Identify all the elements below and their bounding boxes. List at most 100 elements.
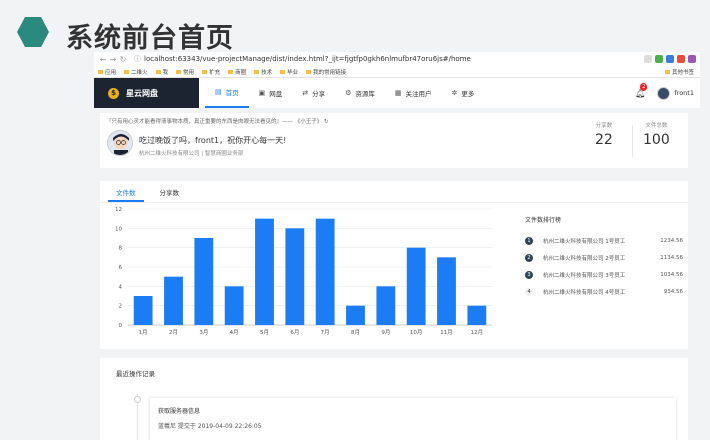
bar[interactable] <box>133 296 153 325</box>
tab-share-count[interactable]: 分享数 <box>152 181 188 202</box>
top-navigation: $ 星云网盘 ▤ 首页 ▣ 网盘 ⇄ 分享 ⚙ 资源库 ▦ 关注用户 ✲ 更多 🔔︎ 2 fr… <box>94 78 700 108</box>
quote-text: 『只有用心灵才能看得清事物本质，真正重要的东西是肉眼无法看见的』—— 《小王子》… <box>106 117 329 125</box>
rank-number: 4 <box>525 288 533 296</box>
rank-name: 杭州二维火科技有限公司 3号员工 <box>543 273 626 279</box>
menu-item-label: 首页 <box>225 89 239 97</box>
notification-badge: 2 <box>640 82 648 91</box>
extension-icon[interactable] <box>677 55 685 63</box>
x-tick-label: 11月 <box>440 329 453 336</box>
bookmark-item[interactable]: 扩充 <box>202 68 220 76</box>
bookmark-item[interactable]: 我的常用链接 <box>306 68 346 76</box>
rank-value: 1034.56 <box>660 272 683 278</box>
logo[interactable]: $ 星云网盘 <box>94 78 199 108</box>
x-tick-label: 2月 <box>169 329 178 336</box>
x-tick-label: 12月 <box>471 329 484 336</box>
home-icon: ▤ <box>215 88 222 96</box>
reload-icon[interactable]: ↻ <box>118 55 128 64</box>
tab-file-count[interactable]: 文件数 <box>108 181 144 202</box>
y-tick-label: 10 <box>115 226 122 232</box>
menu-item-share[interactable]: ⇄ 分享 <box>292 78 335 108</box>
menu-item-library[interactable]: ⚙ 资源库 <box>335 78 385 108</box>
info-icon: ⓘ <box>134 55 141 63</box>
log-item-subtitle: 蓝羲尼 提交于 2019-04-09 22:26:05 <box>158 423 262 430</box>
library-icon: ⚙ <box>345 89 352 97</box>
y-tick-label: 4 <box>119 284 123 290</box>
logo-text: 星云网盘 <box>126 88 158 98</box>
username[interactable]: front1 <box>674 89 694 97</box>
menu-item-label: 资源库 <box>355 90 375 98</box>
star-icon[interactable] <box>644 55 652 63</box>
ranking-title: 文件数排行榜 <box>525 217 562 224</box>
menu-item-label: 更多 <box>461 90 475 98</box>
rank-name: 杭州二维火科技有限公司 2号员工 <box>543 256 626 262</box>
disk-icon: ▣ <box>258 89 266 97</box>
ranking-row: 1 杭州二维火科技有限公司 1号员工 1234.56 <box>525 237 683 245</box>
menu-item-label: 分享 <box>312 90 326 98</box>
x-tick-label: 10月 <box>410 329 423 336</box>
gear-icon: ✲ <box>451 89 458 97</box>
main-menu: ▤ 首页 ▣ 网盘 ⇄ 分享 ⚙ 资源库 ▦ 关注用户 ✲ 更多 <box>205 78 484 108</box>
stat-value: 22 <box>595 132 613 148</box>
url-field[interactable]: ⓘ localhost:63343/vue-projectManage/dist/… <box>134 54 471 64</box>
stat-files: 文件总数 100 <box>643 121 670 148</box>
bar[interactable] <box>467 305 487 325</box>
ranking-row: 4 杭州二维火科技有限公司 4号员工 934.56 <box>525 288 683 296</box>
bar[interactable] <box>437 257 456 325</box>
address-bar: ← → ↻ ⓘ localhost:63343/vue-projectManage… <box>94 52 700 66</box>
refresh-icon[interactable]: ↻ <box>324 119 329 125</box>
bar[interactable] <box>255 218 274 325</box>
rank-value: 1134.56 <box>660 255 683 261</box>
bookmark-item[interactable]: 商圈 <box>228 68 246 76</box>
menu-item-home[interactable]: ▤ 首页 <box>205 78 249 108</box>
profile-avatar <box>107 130 133 156</box>
chart-tabs: 文件数 分享数 <box>100 181 688 203</box>
bookmark-item[interactable]: 毕业 <box>280 68 298 76</box>
hexagon-icon <box>17 17 49 47</box>
bar[interactable] <box>285 228 305 325</box>
menu-item-disk[interactable]: ▣ 网盘 <box>249 78 293 108</box>
avatar-illustration <box>108 131 132 155</box>
bar[interactable] <box>346 305 365 325</box>
back-icon[interactable]: ← <box>98 55 108 64</box>
menu-item-label: 关注用户 <box>405 90 432 98</box>
avatar[interactable] <box>657 86 671 100</box>
other-bookmarks[interactable]: 其他书签 <box>665 68 700 76</box>
greeting-text: 吃过晚饭了吗，front1，祝你开心每一天! <box>139 136 287 145</box>
user-area: 🔔︎ 2 front1 <box>635 82 700 100</box>
profile-icon[interactable] <box>688 55 696 63</box>
bar[interactable] <box>194 238 214 325</box>
browser-window: ← → ↻ ⓘ localhost:63343/vue-projectManage… <box>94 52 700 440</box>
bookmark-item[interactable]: 二维火 <box>124 68 148 76</box>
stat-label: 分享数 <box>595 123 613 129</box>
extension-icon[interactable] <box>655 55 663 63</box>
x-tick-label: 8月 <box>351 329 360 336</box>
log-item-title: 获取服务器信息 <box>158 408 201 415</box>
slide-header: 系统前台首页 <box>0 0 710 54</box>
bar[interactable] <box>376 286 396 325</box>
y-tick-label: 6 <box>119 265 123 271</box>
menu-item-follow[interactable]: ▦ 关注用户 <box>385 78 442 108</box>
bar[interactable] <box>164 276 183 325</box>
bookmark-item[interactable]: 应用 <box>98 68 116 76</box>
extension-icon[interactable] <box>666 55 674 63</box>
bar[interactable] <box>406 247 426 325</box>
bookmark-item[interactable]: 常用 <box>176 68 194 76</box>
stat-divider <box>632 125 633 157</box>
rank-number: 1 <box>525 237 533 245</box>
profile-card: 『只有用心灵才能看得清事物本质，真正重要的东西是肉眼无法看见的』—— 《小王子》… <box>100 113 688 168</box>
forward-icon[interactable]: → <box>108 55 118 64</box>
bar[interactable] <box>315 218 335 325</box>
x-tick-label: 3月 <box>199 329 208 336</box>
bookmark-item[interactable]: 我 <box>156 68 169 76</box>
stat-label: 文件总数 <box>645 123 668 129</box>
company-text: 杭州二维火科技有限公司 | 智慧商圈业务部 <box>139 151 244 157</box>
users-icon: ▦ <box>394 89 402 97</box>
bell-icon[interactable]: 🔔︎ 2 <box>635 82 648 98</box>
menu-item-more[interactable]: ✲ 更多 <box>442 78 485 108</box>
share-icon: ⇄ <box>302 89 309 97</box>
x-tick-label: 5月 <box>260 329 269 336</box>
bar[interactable] <box>224 286 244 325</box>
timeline-dot <box>134 396 141 403</box>
bookmark-item[interactable]: 技术 <box>254 68 272 76</box>
y-tick-label: 8 <box>119 246 123 252</box>
